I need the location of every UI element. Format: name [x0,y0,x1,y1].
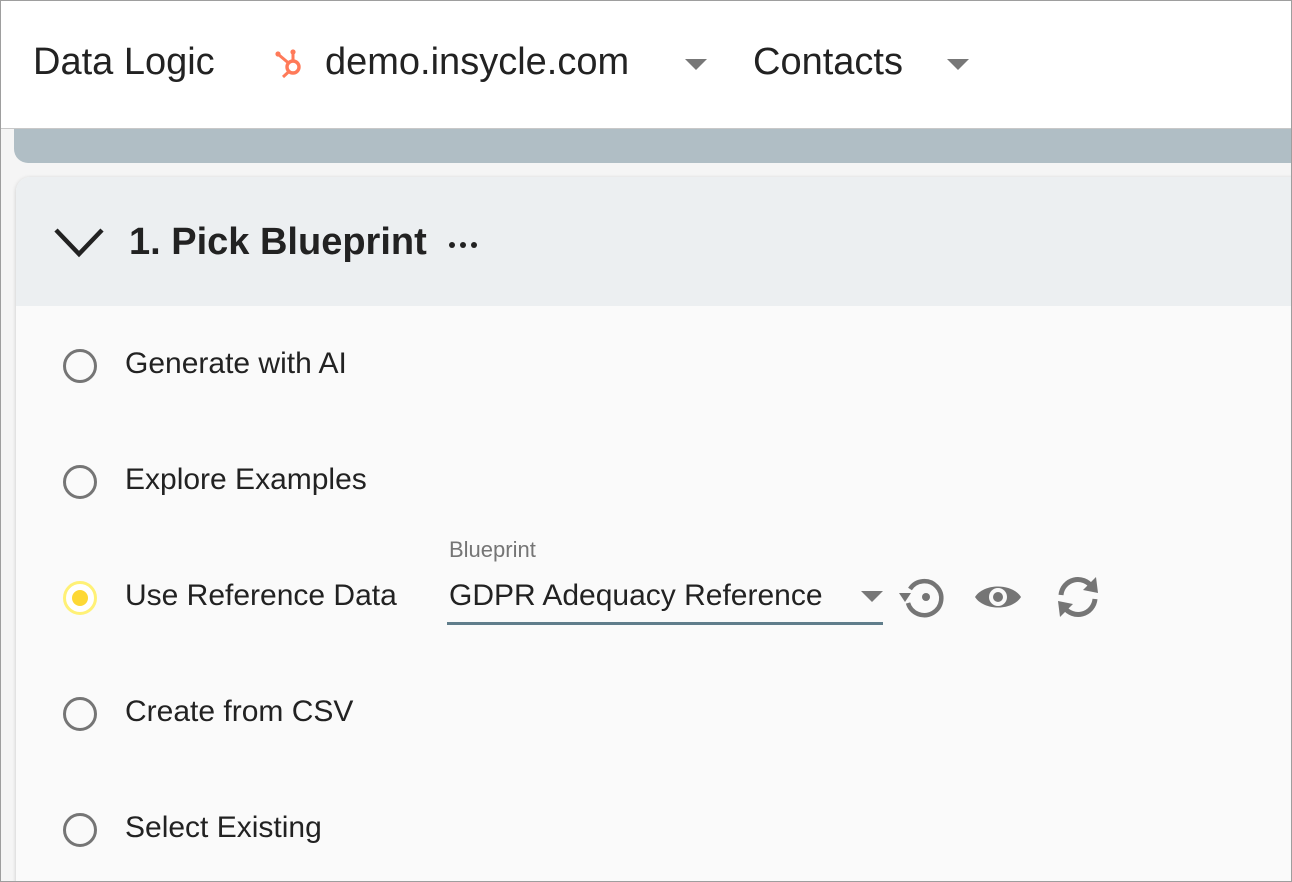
app-title: Data Logic [33,41,215,83]
blueprint-value: GDPR Adequacy Reference [449,579,823,612]
object-dropdown-icon[interactable] [947,59,969,70]
hubspot-icon [275,49,301,79]
radio-generate-ai[interactable] [63,349,97,383]
option-label: Generate with AI [125,347,347,380]
pick-blueprint-card: 1. Pick Blueprint Generate with AI Explo… [16,177,1291,881]
radio-create-from-csv[interactable] [63,697,97,731]
eye-icon[interactable] [972,571,1024,623]
radio-select-existing[interactable] [63,813,97,847]
blueprint-label: Blueprint [449,537,536,562]
blueprint-dropdown-icon[interactable] [861,591,883,602]
sync-icon[interactable] [1052,571,1104,623]
option-label: Explore Examples [125,463,367,496]
portal-selector[interactable]: demo.insycle.com [325,41,629,84]
portal-dropdown-icon[interactable] [685,59,707,70]
option-label: Use Reference Data [125,579,397,612]
option-label: Create from CSV [125,695,354,728]
radio-use-reference-data[interactable] [63,581,97,615]
reset-icon[interactable] [896,571,948,623]
top-bar: Data Logic demo.insycle.com Contacts [1,1,1291,129]
radio-explore-examples[interactable] [63,465,97,499]
card-header[interactable]: 1. Pick Blueprint [16,177,1291,306]
chevron-down-icon[interactable] [53,225,105,259]
card-title: 1. Pick Blueprint [129,221,427,263]
object-selector[interactable]: Contacts [753,41,903,84]
blueprint-select[interactable]: GDPR Adequacy Reference [447,573,883,625]
option-label: Select Existing [125,811,322,844]
app-window: Data Logic demo.insycle.com Contacts 1. … [0,0,1292,882]
more-icon[interactable] [448,241,478,249]
